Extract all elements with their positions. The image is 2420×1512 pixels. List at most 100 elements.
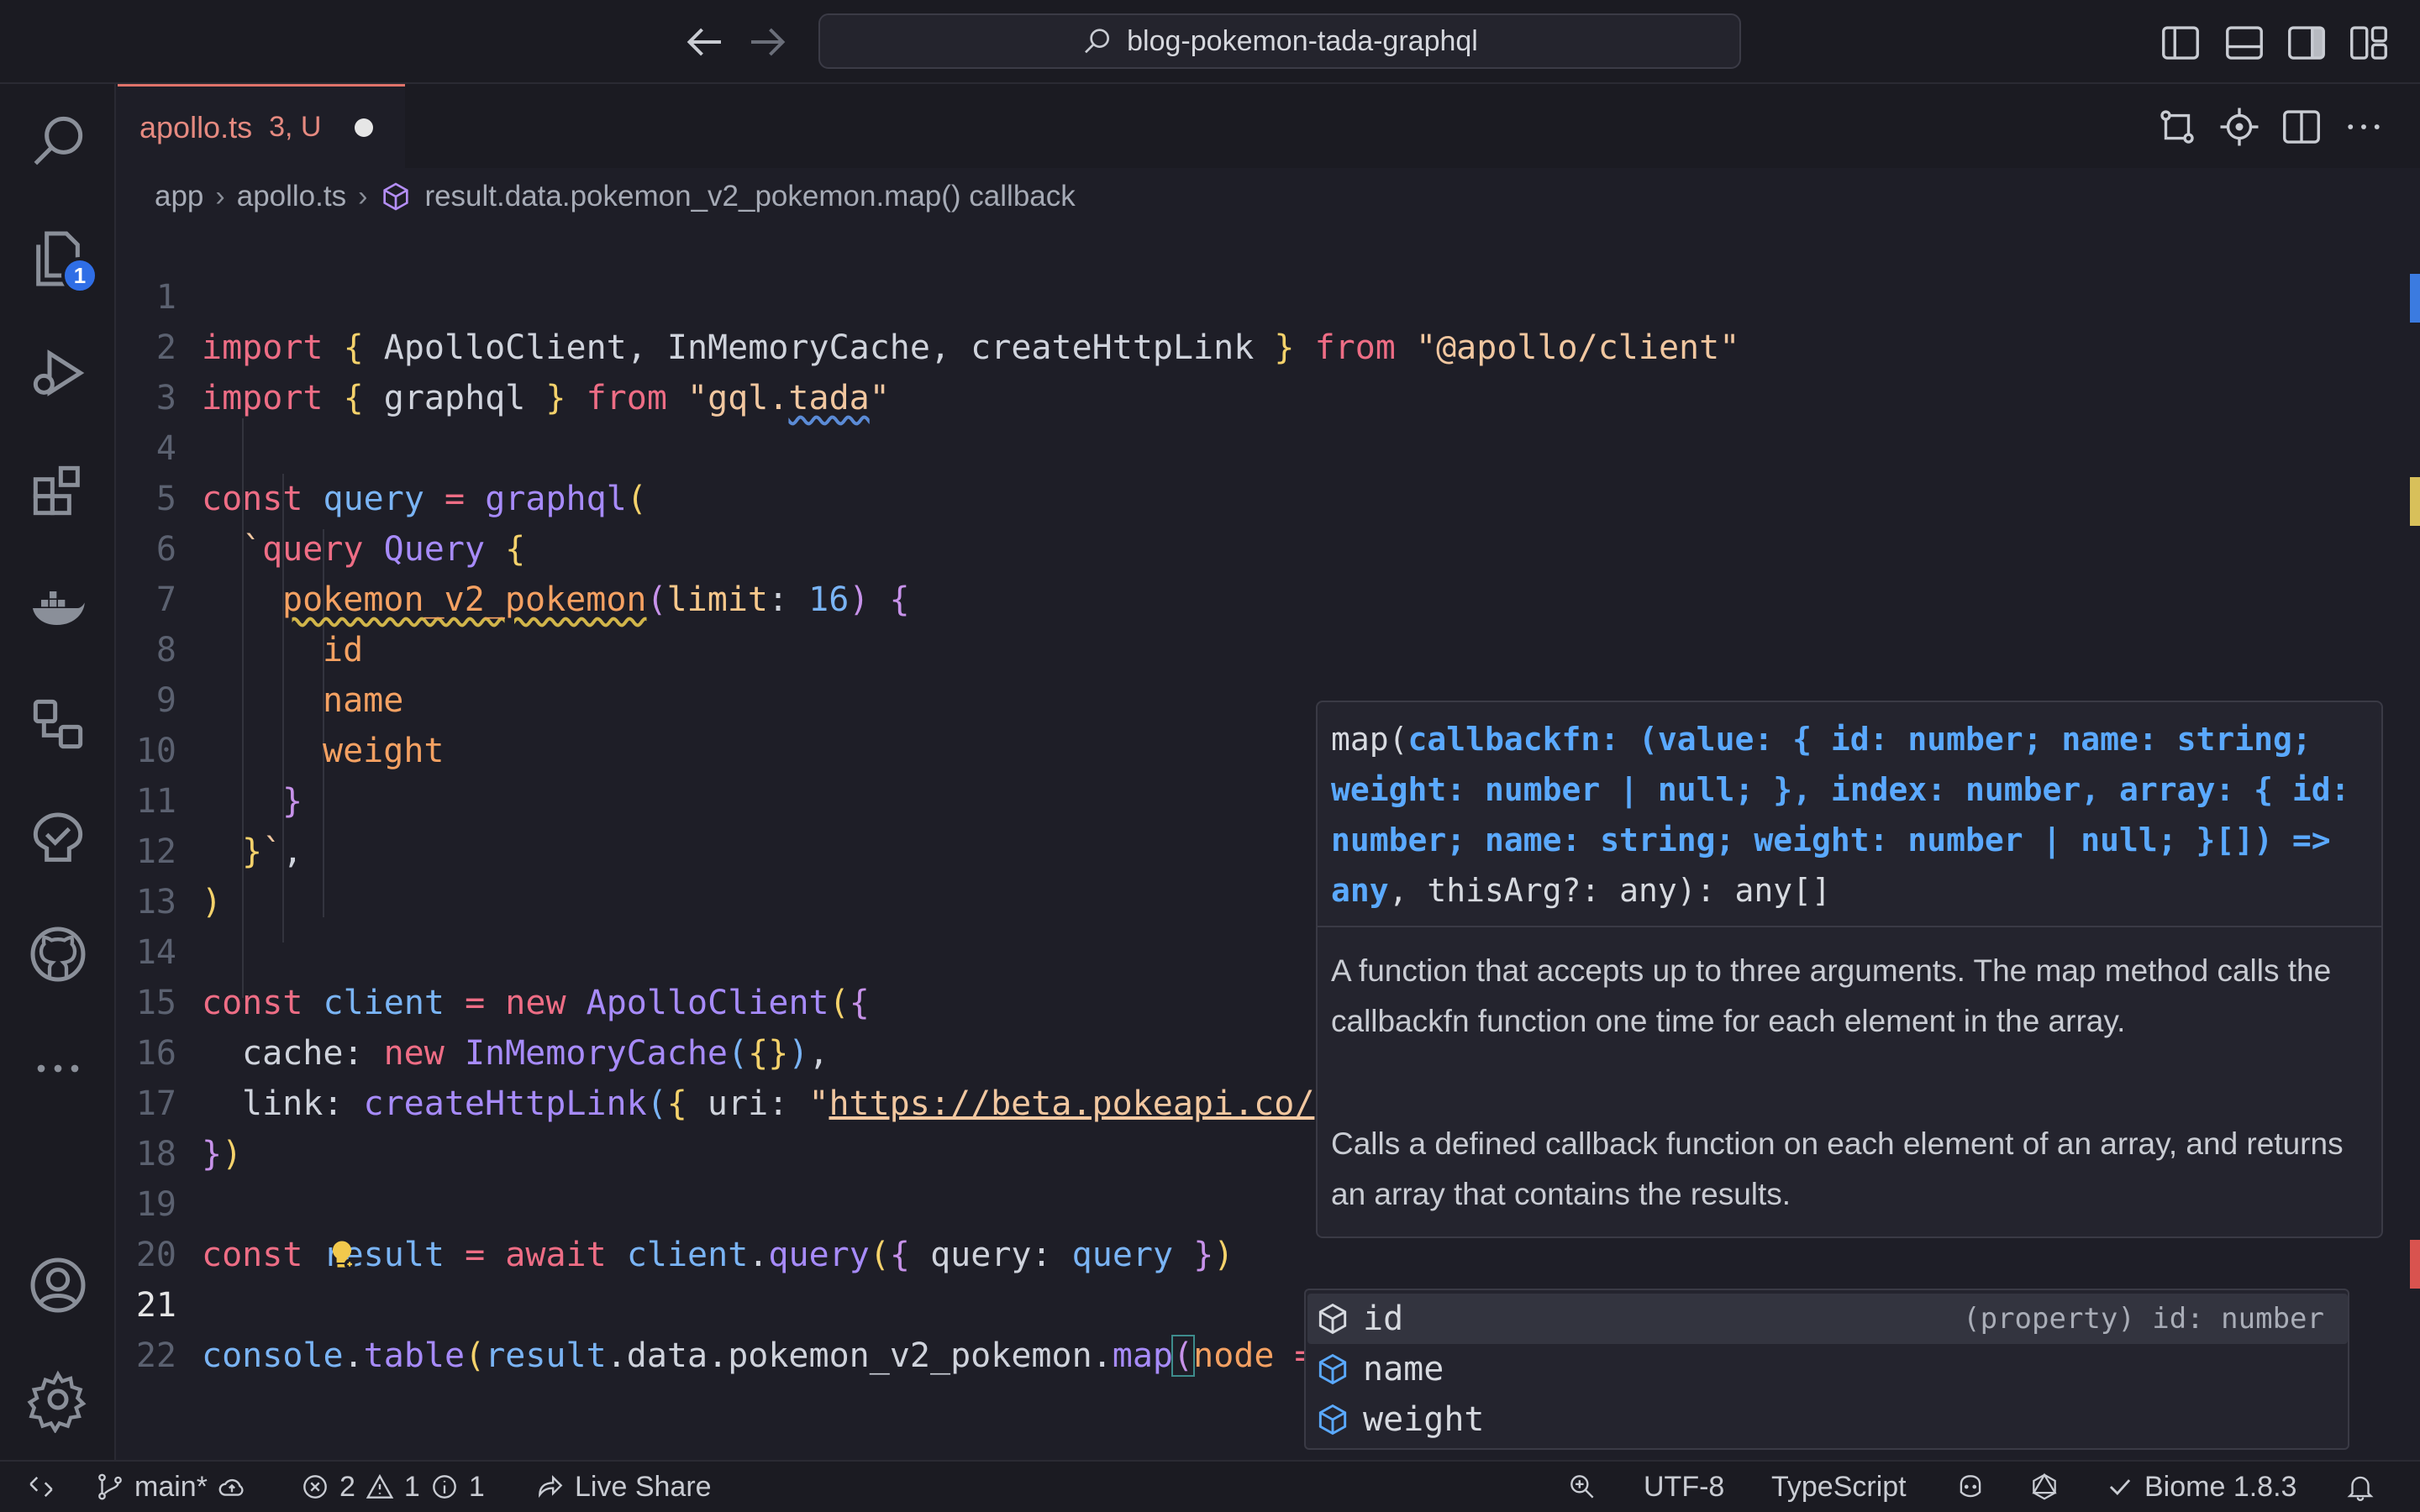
suggest-widget: id (property) id: number name weight bbox=[1304, 1289, 2349, 1450]
zoom-indicator[interactable] bbox=[1566, 1462, 1598, 1512]
warning-icon bbox=[366, 1473, 394, 1499]
explorer-badge: 1 bbox=[61, 257, 98, 294]
problems-indicator[interactable]: 2 1 1 bbox=[299, 1462, 485, 1512]
property-cube-icon bbox=[1318, 1353, 1347, 1385]
search-icon bbox=[1085, 29, 1110, 54]
suggest-detail: (property) id: number bbox=[1963, 1302, 2324, 1336]
suggest-label: name bbox=[1363, 1350, 1444, 1389]
parameter-hints-widget: map(callbackfn: (value: { id: number; na… bbox=[1316, 701, 2383, 1238]
line-number: 22 bbox=[135, 1336, 176, 1375]
remote-icon bbox=[29, 1477, 53, 1497]
breadcrumb-folder[interactable]: app bbox=[155, 180, 203, 213]
doc-paragraph: A function that accepts up to three argu… bbox=[1331, 953, 2332, 1038]
github-icon[interactable] bbox=[24, 921, 92, 988]
code-line-3: 3 bbox=[118, 323, 2420, 417]
graphql-icon bbox=[2032, 1473, 2057, 1500]
toggle-panel-icon[interactable] bbox=[2222, 20, 2267, 66]
suggest-label: weight bbox=[1363, 1400, 1485, 1439]
live-share-button[interactable]: Live Share bbox=[534, 1462, 712, 1512]
code-line-4: 4 const query = graphql( bbox=[118, 373, 2420, 518]
customize-layout-icon[interactable] bbox=[2346, 20, 2391, 66]
signature-text: map(callbackfn: (value: { id: number; na… bbox=[1331, 721, 2350, 909]
explorer-icon[interactable]: 1 bbox=[24, 225, 98, 294]
code-line-2: 2 import { graphql } from "gql.tada" bbox=[118, 272, 2420, 417]
biome-label: Biome 1.8.3 bbox=[2144, 1470, 2297, 1503]
testing-icon[interactable] bbox=[24, 806, 92, 874]
extensions-icon[interactable] bbox=[24, 457, 92, 524]
tab-status: 3, U bbox=[269, 111, 322, 143]
toggle-primary-sidebar-icon[interactable] bbox=[2158, 20, 2203, 66]
copilot-button[interactable] bbox=[1954, 1462, 1986, 1512]
back-arrow-icon[interactable] bbox=[679, 17, 729, 67]
title-bar: blog-pokemon-tada-graphql bbox=[0, 0, 2420, 84]
suggest-item[interactable]: id (property) id: number bbox=[1307, 1294, 2348, 1344]
code-text: console.table(result.data.pokemon_v2_pok… bbox=[202, 1331, 1497, 1381]
breadcrumb-file[interactable]: apollo.ts bbox=[237, 180, 346, 213]
notifications-button[interactable] bbox=[2344, 1462, 2376, 1512]
search-icon[interactable] bbox=[24, 108, 92, 175]
status-bar: main* 2 1 1 Live Share UTF-8 TypeScript … bbox=[0, 1460, 2420, 1512]
suggest-item[interactable]: name bbox=[1307, 1344, 2348, 1394]
cube-symbol-icon bbox=[383, 182, 409, 211]
suggest-label: id bbox=[1363, 1299, 1404, 1338]
language-label: TypeScript bbox=[1771, 1470, 1907, 1503]
more-views-icon[interactable] bbox=[24, 1035, 92, 1102]
live-share-icon bbox=[539, 1475, 563, 1499]
account-icon[interactable] bbox=[24, 1252, 92, 1319]
code-line-6: 6 pokemon_v2_pokemon(limit: 16) { bbox=[118, 474, 2420, 619]
bell-icon bbox=[2347, 1476, 2374, 1501]
split-editor-icon[interactable] bbox=[2279, 104, 2324, 150]
property-cube-icon bbox=[1318, 1404, 1347, 1436]
open-changes-icon[interactable] bbox=[2154, 104, 2200, 150]
code-line-5: 5 `query Query { bbox=[118, 423, 2420, 569]
forward-arrow-icon[interactable] bbox=[743, 17, 793, 67]
breadcrumb-symbol[interactable]: result.data.pokemon_v2_pokemon.map() cal… bbox=[424, 180, 1075, 213]
error-count: 2 bbox=[339, 1470, 355, 1503]
code-line-1: 1 import { ApolloClient, InMemoryCache, … bbox=[118, 222, 2420, 367]
copilot-icon bbox=[1960, 1475, 1981, 1498]
toggle-secondary-sidebar-icon[interactable] bbox=[2284, 20, 2329, 66]
tab-label: apollo.ts bbox=[139, 109, 253, 144]
encoding-selector[interactable]: UTF-8 bbox=[1644, 1462, 1724, 1512]
code-line-7: 7 id bbox=[118, 524, 2420, 669]
divider bbox=[1318, 926, 2381, 927]
ruler-warning-mark bbox=[2410, 477, 2420, 526]
editor-tab-bar: apollo.ts 3, U bbox=[118, 84, 2420, 168]
error-icon bbox=[303, 1475, 327, 1499]
lightbulb-icon[interactable] bbox=[202, 1186, 355, 1270]
code-line-9: 9 weight bbox=[118, 625, 2420, 770]
remote-explorer-icon[interactable] bbox=[24, 690, 92, 758]
code-line-8: 8 name bbox=[118, 575, 2420, 720]
more-actions-icon[interactable] bbox=[2341, 104, 2386, 150]
branch-name: main* bbox=[134, 1470, 208, 1503]
biome-status[interactable]: Biome 1.8.3 bbox=[2104, 1462, 2296, 1512]
ruler-info-mark bbox=[2410, 274, 2420, 323]
docker-icon[interactable] bbox=[24, 575, 92, 642]
check-icon bbox=[2109, 1479, 2131, 1495]
git-branch-icon bbox=[98, 1473, 122, 1500]
remote-indicator[interactable] bbox=[25, 1462, 57, 1512]
chevron-right-icon: › bbox=[215, 180, 225, 213]
breadcrumb: app › apollo.ts › result.data.pokemon_v2… bbox=[155, 173, 1076, 220]
encoding-label: UTF-8 bbox=[1644, 1470, 1725, 1503]
doc-paragraph: Calls a defined callback function on eac… bbox=[1331, 1126, 2344, 1211]
timeline-target-icon[interactable] bbox=[2217, 104, 2262, 150]
cloud-sync-icon bbox=[218, 1478, 244, 1496]
info-icon bbox=[432, 1475, 456, 1499]
language-mode-selector[interactable]: TypeScript bbox=[1771, 1462, 1907, 1512]
info-count: 1 bbox=[468, 1470, 485, 1503]
unsaved-dot-icon[interactable] bbox=[355, 118, 374, 137]
ruler-error-mark bbox=[2410, 1240, 2420, 1289]
run-debug-icon[interactable] bbox=[24, 339, 92, 407]
search-label: blog-pokemon-tada-graphql bbox=[1127, 24, 1478, 57]
tab-apollo-ts[interactable]: apollo.ts 3, U bbox=[118, 84, 405, 168]
branch-indicator[interactable]: main* bbox=[94, 1462, 248, 1512]
chevron-right-icon: › bbox=[358, 180, 368, 213]
live-share-label: Live Share bbox=[575, 1470, 712, 1503]
command-center-search[interactable]: blog-pokemon-tada-graphql bbox=[818, 13, 1741, 69]
graphql-button[interactable] bbox=[2028, 1462, 2060, 1512]
suggest-item[interactable]: weight bbox=[1307, 1394, 2348, 1445]
zoom-icon bbox=[1570, 1475, 1594, 1499]
settings-gear-icon[interactable] bbox=[24, 1366, 92, 1434]
warning-count: 1 bbox=[403, 1470, 420, 1503]
